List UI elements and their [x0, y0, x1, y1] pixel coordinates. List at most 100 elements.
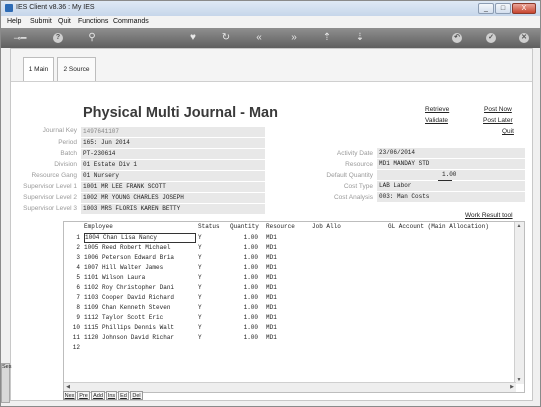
quantity-cell[interactable]: 1.00 [230, 233, 258, 243]
employee-cell[interactable]: 1103 Cooper David Richard [84, 293, 196, 303]
check-icon[interactable]: ✓ [486, 33, 496, 43]
table-row[interactable]: 9 1112 Taylor Scott Eric Y 1.00 MD1 [64, 313, 509, 323]
batch-field[interactable]: PT-230614 [81, 149, 265, 159]
quantity-cell[interactable]: 1.00 [230, 263, 258, 273]
status-cell[interactable]: Y [198, 263, 218, 273]
cost-analysis-field[interactable]: 003: Man Costs [377, 192, 525, 202]
quantity-cell[interactable]: 1.00 [230, 303, 258, 313]
table-row[interactable]: 11 1120 Johnson David Richar Y 1.00 MD1 [64, 333, 509, 343]
resource-cell[interactable]: MD1 [266, 273, 296, 283]
menu-help[interactable]: Help [7, 18, 21, 25]
quantity-cell[interactable]: 1.00 [230, 293, 258, 303]
employee-cell[interactable]: 1109 Chan Kenneth Steven [84, 303, 196, 313]
scroll-left-icon[interactable]: ◀ [64, 383, 72, 391]
quantity-cell[interactable]: 1.00 [230, 243, 258, 253]
status-cell[interactable]: Y [198, 333, 218, 343]
column-header-employee[interactable]: Employee [84, 223, 113, 230]
quantity-cell[interactable]: 1.00 [230, 323, 258, 333]
download-icon[interactable]: ⇣ [354, 32, 366, 44]
resource-cell[interactable]: MD1 [266, 263, 296, 273]
cost-type-field[interactable]: LAB Labor [377, 181, 525, 191]
next-button[interactable]: Nex [63, 391, 76, 400]
tab-main[interactable]: 1 Main [23, 57, 54, 81]
column-header-gl-account[interactable]: GL Account (Main Allocation) [388, 223, 489, 230]
status-cell[interactable]: Y [198, 243, 218, 253]
activity-date-field[interactable]: 23/06/2014 [377, 148, 525, 158]
post-later-link[interactable]: Post Later [483, 117, 513, 124]
supervisor-level-3-field[interactable]: 1003 MRS FLORIS KAREN BETTY [81, 204, 265, 214]
back-icon[interactable]: ↶ [452, 33, 462, 43]
search-icon[interactable]: ⚲ [86, 32, 98, 44]
resource-cell[interactable]: MD1 [266, 293, 296, 303]
menu-quit[interactable]: Quit [58, 18, 71, 25]
resource-cell[interactable]: MD1 [266, 233, 296, 243]
table-row[interactable]: 2 1005 Reed Robert Michael Y 1.00 MD1 [64, 243, 509, 253]
rewind-icon[interactable]: « [253, 32, 265, 44]
post-now-link[interactable]: Post Now [484, 106, 512, 113]
employee-cell[interactable]: 1005 Reed Robert Michael [84, 243, 196, 253]
close-button[interactable]: X [512, 3, 536, 14]
menu-commands[interactable]: Commands [113, 18, 149, 25]
quantity-cell[interactable]: 1.00 [230, 283, 258, 293]
upload-icon[interactable]: ⇡ [321, 32, 333, 44]
supervisor-level-2-field[interactable]: 1002 MR YOUNG CHARLES JOSEPH [81, 193, 265, 203]
work-result-tool-link[interactable]: Work Result tool [465, 212, 513, 219]
table-row[interactable]: 4 1007 Hill Walter James Y 1.00 MD1 [64, 263, 509, 273]
minimize-button[interactable]: _ [478, 3, 494, 14]
vertical-scrollbar[interactable]: ▲ ▼ [514, 222, 524, 384]
resource-gang-field[interactable]: 01 Nursery [81, 171, 265, 181]
employee-cell[interactable]: 1120 Johnson David Richar [84, 333, 196, 343]
refresh-icon[interactable]: ↻ [220, 32, 232, 44]
retrieve-link[interactable]: Retrieve [425, 106, 449, 113]
column-header-quantity[interactable]: Quantity [230, 223, 259, 230]
supervisor-level-1-field[interactable]: 1001 MR LEE FRANK SCOTT [81, 182, 265, 192]
table-row[interactable]: 3 1006 Peterson Edward Bria Y 1.00 MD1 [64, 253, 509, 263]
scroll-up-icon[interactable]: ▲ [515, 222, 523, 230]
column-header-status[interactable]: Status [198, 223, 220, 230]
quantity-cell[interactable]: 1.00 [230, 313, 258, 323]
table-row[interactable]: 10 1115 Phillips Dennis Walt Y 1.00 MD1 [64, 323, 509, 333]
employee-cell[interactable]: 1112 Taylor Scott Eric [84, 313, 196, 323]
maximize-button[interactable]: □ [495, 3, 511, 14]
status-cell[interactable]: Y [198, 233, 218, 243]
employee-cell[interactable]: 1102 Roy Christopher Dani [84, 283, 196, 293]
resource-cell[interactable]: MD1 [266, 323, 296, 333]
scroll-right-icon[interactable]: ▶ [508, 383, 516, 391]
employee-cell[interactable]: 1007 Hill Walter James [84, 263, 196, 273]
insert-button[interactable]: Ins [106, 391, 117, 400]
menu-submit[interactable]: Submit [30, 18, 52, 25]
quit-link[interactable]: Quit [502, 128, 514, 135]
resource-cell[interactable]: MD1 [266, 303, 296, 313]
side-panel[interactable]: Ses [1, 363, 11, 403]
column-header-job-allo[interactable]: Job Allo [312, 223, 341, 230]
scroll-down-icon[interactable]: ▼ [515, 376, 523, 384]
status-cell[interactable]: Y [198, 303, 218, 313]
quantity-cell[interactable]: 1.00 [230, 333, 258, 343]
add-button[interactable]: Add [91, 391, 105, 400]
menu-functions[interactable]: Functions [78, 18, 108, 25]
quantity-cell[interactable]: 1.00 [230, 253, 258, 263]
period-field[interactable]: 165: Jun 2014 [81, 138, 265, 148]
fast-forward-icon[interactable]: » [288, 32, 300, 44]
heart-icon[interactable]: ♥ [187, 32, 199, 44]
status-cell[interactable]: Y [198, 283, 218, 293]
default-quantity-field[interactable]: 1.00 [377, 170, 525, 180]
table-row[interactable]: 1 1004 Chan Lisa Nancy Y 1.00 MD1 [64, 233, 509, 243]
employee-cell[interactable]: 1101 Wilson Laura [84, 273, 196, 283]
table-row[interactable]: 6 1102 Roy Christopher Dani Y 1.00 MD1 [64, 283, 509, 293]
column-header-resource[interactable]: Resource [266, 223, 295, 230]
resource-cell[interactable]: MD1 [266, 313, 296, 323]
status-cell[interactable]: Y [198, 253, 218, 263]
status-cell[interactable]: Y [198, 313, 218, 323]
table-row[interactable]: 12 [64, 343, 509, 353]
resource-field[interactable]: MD1 MANDAY STD [377, 159, 525, 169]
delete-button[interactable]: Del [130, 391, 143, 400]
edit-button[interactable]: Ed [118, 391, 129, 400]
resource-cell[interactable]: MD1 [266, 333, 296, 343]
table-row[interactable]: 5 1101 Wilson Laura Y 1.00 MD1 [64, 273, 509, 283]
help-icon[interactable]: ? [53, 33, 63, 43]
table-row[interactable]: 7 1103 Cooper David Richard Y 1.00 MD1 [64, 293, 509, 303]
key-icon[interactable]: ⊸━ [7, 32, 33, 44]
resource-cell[interactable]: MD1 [266, 243, 296, 253]
previous-button[interactable]: Pre [77, 391, 90, 400]
